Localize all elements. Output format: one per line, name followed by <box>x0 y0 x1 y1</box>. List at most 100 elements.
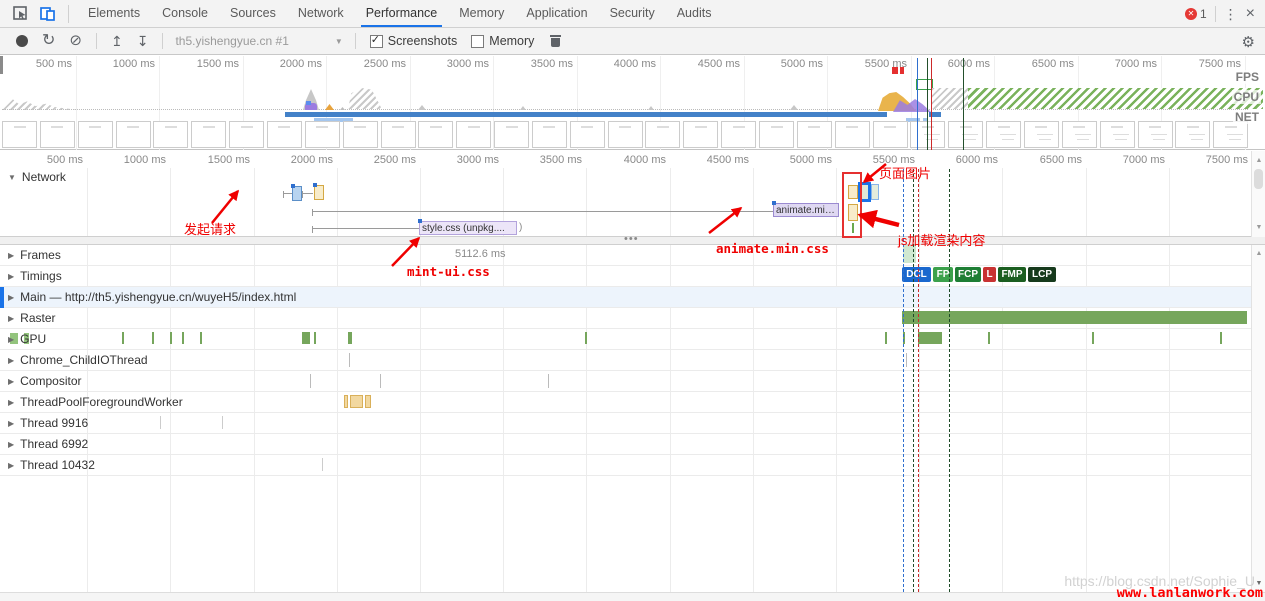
main-scrollbar[interactable]: ▲ ▼ <box>1251 245 1265 592</box>
filmstrip-frame[interactable] <box>191 121 226 148</box>
filmstrip-frame[interactable] <box>873 121 908 148</box>
tab-security[interactable]: Security <box>599 0 666 27</box>
track-label[interactable]: ▶Main — http://th5.yishengyue.cn/wuyeH5/… <box>8 290 296 304</box>
filmstrip-frame[interactable] <box>456 121 491 148</box>
more-menu-icon[interactable]: ⋮ <box>1224 7 1238 21</box>
track-row-threadpoolforegroundworker[interactable] <box>0 392 1265 413</box>
scroll-down-icon[interactable]: ▼ <box>1252 224 1265 231</box>
chevron-collapsed-icon[interactable]: ▶ <box>8 314 14 323</box>
chevron-collapsed-icon[interactable]: ▶ <box>8 293 14 302</box>
track-label[interactable]: ▶GPU <box>8 332 46 346</box>
track-row-timings[interactable] <box>0 266 1265 287</box>
scrollbar-thumb[interactable] <box>1254 169 1263 189</box>
trash-icon[interactable] <box>550 35 561 48</box>
filmstrip-frame[interactable] <box>2 121 37 148</box>
record-button[interactable] <box>16 35 28 47</box>
inspect-element-icon[interactable] <box>12 6 28 22</box>
filmstrip-frame[interactable] <box>229 121 264 148</box>
chevron-down-icon[interactable]: ▼ <box>335 37 343 46</box>
track-row-thread-9916[interactable] <box>0 413 1265 434</box>
profile-select[interactable]: th5.yishengyue.cn #1 <box>175 34 288 48</box>
gear-icon[interactable]: ⚙ <box>1242 33 1255 51</box>
tab-performance[interactable]: Performance <box>355 0 449 27</box>
filmstrip-frame[interactable] <box>1024 121 1059 148</box>
filmstrip-frame[interactable] <box>948 121 983 148</box>
filmstrip-frame[interactable] <box>683 121 718 148</box>
filmstrip-frame[interactable] <box>532 121 567 148</box>
filmstrip-frame[interactable] <box>986 121 1021 148</box>
chevron-collapsed-icon[interactable]: ▶ <box>8 251 14 260</box>
reload-and-profile-icon[interactable]: ↻ <box>42 34 55 48</box>
screenshots-checkbox[interactable] <box>370 35 383 48</box>
chevron-collapsed-icon[interactable]: ▶ <box>8 356 14 365</box>
chevron-collapsed-icon[interactable]: ▶ <box>8 419 14 428</box>
save-profile-icon[interactable]: ↧ <box>137 34 149 48</box>
memory-toggle[interactable]: Memory <box>471 34 534 48</box>
screenshots-toggle[interactable]: Screenshots <box>370 34 457 48</box>
track-label[interactable]: ▶Frames <box>8 248 61 262</box>
tab-memory[interactable]: Memory <box>448 0 515 27</box>
chevron-collapsed-icon[interactable]: ▶ <box>8 398 14 407</box>
filmstrip-frame[interactable] <box>721 121 756 148</box>
filmstrip-frame[interactable] <box>305 121 340 148</box>
track-label[interactable]: ▶Raster <box>8 311 56 325</box>
filmstrip-frame[interactable] <box>759 121 794 148</box>
tab-audits[interactable]: Audits <box>666 0 723 27</box>
track-label[interactable]: ▶Thread 6992 <box>8 437 88 451</box>
filmstrip-frame[interactable] <box>494 121 529 148</box>
network-section-header[interactable]: ▼ Network <box>8 170 66 184</box>
track-row-chrome-childiothread[interactable] <box>0 350 1265 371</box>
track-label[interactable]: ▶ThreadPoolForegroundWorker <box>8 395 183 409</box>
tab-elements[interactable]: Elements <box>77 0 151 27</box>
filmstrip-frame[interactable] <box>797 121 832 148</box>
track-row-thread-10432[interactable] <box>0 455 1265 476</box>
chevron-collapsed-icon[interactable]: ▶ <box>8 461 14 470</box>
filmstrip-frame[interactable] <box>645 121 680 148</box>
tab-sources[interactable]: Sources <box>219 0 287 27</box>
filmstrip-frame[interactable] <box>1062 121 1097 148</box>
close-icon[interactable]: × <box>1246 7 1255 21</box>
filmstrip-frame[interactable] <box>267 121 302 148</box>
filmstrip-frame[interactable] <box>1100 121 1135 148</box>
device-toolbar-icon[interactable] <box>40 6 56 22</box>
filmstrip-frame[interactable] <box>78 121 113 148</box>
track-label[interactable]: ▶Chrome_ChildIOThread <box>8 353 148 367</box>
track-row-frames[interactable] <box>0 245 1265 266</box>
track-row-raster[interactable] <box>0 308 1265 329</box>
memory-checkbox[interactable] <box>471 35 484 48</box>
track-label[interactable]: ▶Thread 10432 <box>8 458 95 472</box>
network-request[interactable]: style.css (unpkg.... <box>419 221 517 235</box>
filmstrip-frame[interactable] <box>1213 121 1248 148</box>
track-row-thread-6992[interactable] <box>0 434 1265 455</box>
clear-icon[interactable]: ⊘ <box>69 34 82 48</box>
error-count-badge[interactable]: ✕ 1 <box>1185 7 1207 21</box>
tab-application[interactable]: Application <box>515 0 598 27</box>
scroll-up-icon[interactable]: ▲ <box>1252 157 1265 164</box>
chevron-collapsed-icon[interactable]: ▶ <box>8 377 14 386</box>
chevron-collapsed-icon[interactable]: ▶ <box>8 335 14 344</box>
filmstrip-frame[interactable] <box>1138 121 1173 148</box>
filmstrip-frame[interactable] <box>153 121 188 148</box>
network-request[interactable] <box>292 186 302 201</box>
track-label[interactable]: ▶Compositor <box>8 374 82 388</box>
chevron-collapsed-icon[interactable]: ▶ <box>8 272 14 281</box>
filmstrip-frame[interactable] <box>381 121 416 148</box>
load-profile-icon[interactable]: ↥ <box>111 34 123 48</box>
filmstrip-frame[interactable] <box>570 121 605 148</box>
filmstrip-frame[interactable] <box>835 121 870 148</box>
chevron-collapsed-icon[interactable]: ▶ <box>8 440 14 449</box>
network-request[interactable] <box>314 185 324 200</box>
track-label[interactable]: ▶Thread 9916 <box>8 416 88 430</box>
filmstrip-frame[interactable] <box>608 121 643 148</box>
filmstrip-frame[interactable] <box>343 121 378 148</box>
filmstrip-frame[interactable] <box>40 121 75 148</box>
network-scrollbar[interactable]: ▲ ▼ <box>1251 151 1265 237</box>
filmstrip-frame[interactable] <box>1175 121 1210 148</box>
tab-network[interactable]: Network <box>287 0 355 27</box>
track-row-compositor[interactable] <box>0 371 1265 392</box>
network-request[interactable] <box>871 184 879 200</box>
scroll-up-icon[interactable]: ▲ <box>1252 250 1265 257</box>
track-label[interactable]: ▶Timings <box>8 269 62 283</box>
filmstrip-frame[interactable] <box>116 121 151 148</box>
filmstrip-frame[interactable] <box>418 121 453 148</box>
